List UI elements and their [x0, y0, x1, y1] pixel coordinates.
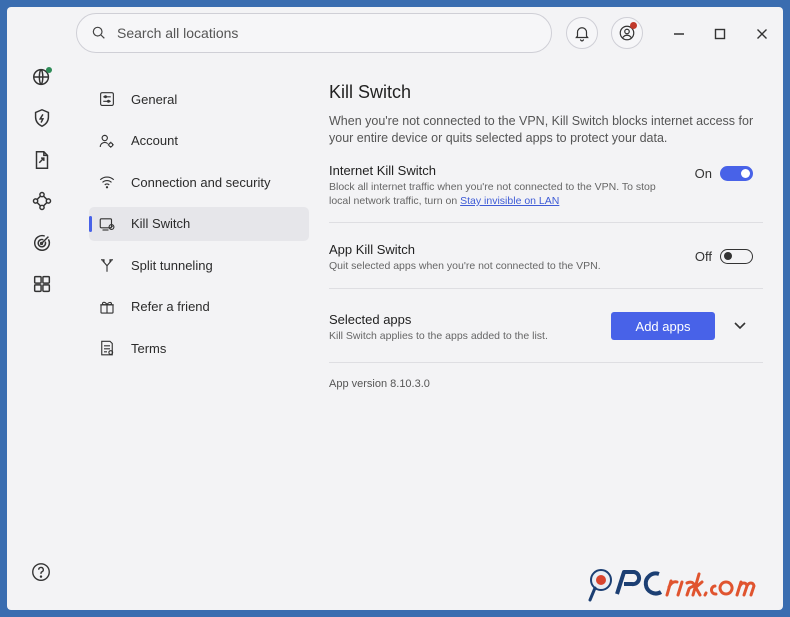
- page-description: When you're not connected to the VPN, Ki…: [329, 114, 754, 145]
- app-kill-switch-toggle-group: Off: [695, 249, 753, 264]
- close-button[interactable]: [751, 23, 773, 45]
- file-export-icon[interactable]: [27, 145, 57, 175]
- sliders-icon: [100, 92, 114, 106]
- bell-icon: [575, 27, 589, 42]
- apps-grid-icon[interactable]: [27, 269, 57, 299]
- minimize-button[interactable]: [668, 23, 690, 45]
- split-icon: [101, 259, 113, 272]
- help-icon[interactable]: [30, 561, 52, 583]
- icon-rail: [7, 7, 77, 610]
- internet-kill-switch-toggle-group: On: [695, 166, 753, 181]
- maximize-icon: [714, 28, 726, 40]
- chevron-down-icon[interactable]: [733, 318, 747, 332]
- nav-item-terms[interactable]: Terms: [89, 331, 309, 365]
- profile-button[interactable]: [611, 17, 643, 49]
- close-icon: [757, 29, 767, 39]
- nav-item-connection-security[interactable]: Connection and security: [89, 165, 309, 199]
- nav-item-general[interactable]: General: [89, 82, 309, 116]
- notifications-button[interactable]: [566, 17, 598, 49]
- target-icon[interactable]: [27, 228, 57, 258]
- internet-kill-switch-state: On: [694, 166, 712, 181]
- search-input[interactable]: [117, 25, 517, 41]
- maximize-button[interactable]: [709, 23, 731, 45]
- nav-item-split-tunneling[interactable]: Split tunneling: [89, 248, 309, 282]
- nav-item-refer-friend[interactable]: Refer a friend: [89, 290, 309, 324]
- watermark-logo: [588, 569, 756, 602]
- document-icon: [101, 340, 114, 356]
- search-icon: [92, 26, 105, 39]
- settings-nav: General Account Connection and security …: [89, 82, 309, 373]
- status-dot: [46, 67, 52, 73]
- notification-dot: [630, 22, 637, 29]
- minimize-icon: [674, 33, 684, 35]
- kill-switch-icon: [99, 217, 115, 231]
- internet-kill-switch-row: Internet Kill Switch Block all internet …: [329, 147, 763, 223]
- stay-invisible-link[interactable]: Stay invisible on LAN: [460, 195, 559, 207]
- globe-icon[interactable]: [27, 62, 57, 92]
- search-bar[interactable]: [76, 13, 552, 53]
- app-kill-switch-toggle[interactable]: [720, 249, 753, 264]
- nav-item-account[interactable]: Account: [89, 124, 309, 158]
- user-gear-icon: [99, 134, 114, 148]
- app-kill-switch-state: Off: [694, 249, 712, 264]
- internet-kill-switch-description: Block all internet traffic when you're n…: [329, 181, 656, 207]
- internet-kill-switch-toggle[interactable]: [720, 166, 753, 181]
- selected-apps-row: Selected apps Kill Switch applies to the…: [329, 289, 763, 363]
- gift-icon: [100, 301, 114, 314]
- page-title: Kill Switch: [329, 82, 412, 102]
- wifi-icon: [99, 176, 115, 189]
- kill-switch-panel: Kill Switch When you're not connected to…: [329, 82, 763, 390]
- app-version: App version 8.10.3.0: [329, 378, 430, 390]
- app-window: General Account Connection and security …: [7, 7, 783, 610]
- app-kill-switch-row: App Kill Switch Quit selected apps when …: [329, 223, 763, 289]
- shield-bolt-icon[interactable]: [27, 103, 57, 133]
- nav-item-kill-switch[interactable]: Kill Switch: [89, 206, 309, 241]
- add-apps-button[interactable]: Add apps: [611, 312, 715, 340]
- mesh-network-icon[interactable]: [27, 186, 57, 216]
